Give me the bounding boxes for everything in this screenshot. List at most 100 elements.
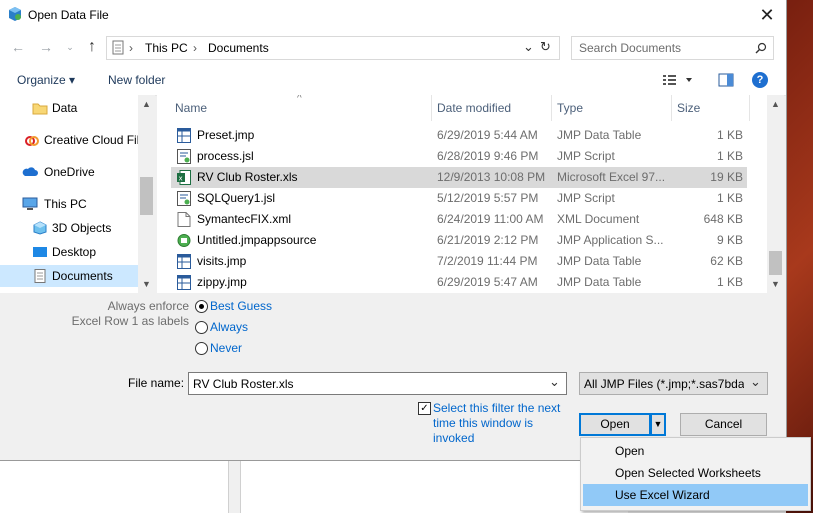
navigation-pane: Data Creative Cloud Fil OneDrive This PC…	[0, 95, 138, 293]
radio-never[interactable]	[195, 342, 208, 355]
arrow-right-icon: →	[39, 39, 53, 55]
file-name: Preset.jmp	[197, 128, 255, 142]
jsl-script-icon	[177, 149, 191, 164]
nav-item-label: This PC	[44, 197, 87, 211]
column-header-name[interactable]: Name	[175, 95, 207, 121]
menu-item-open-selected-worksheets[interactable]: Open Selected Worksheets	[583, 462, 808, 484]
radio-always[interactable]	[195, 321, 208, 334]
open-dropdown-button[interactable]: ▼	[650, 413, 666, 436]
nav-item-documents[interactable]: Documents	[0, 265, 138, 287]
jsl-script-icon	[177, 191, 191, 206]
radio-label-always[interactable]: Always	[210, 320, 248, 334]
back-button[interactable]: ←	[8, 38, 28, 56]
file-type: JMP Data Table	[557, 254, 642, 268]
background-panel	[240, 460, 260, 513]
chevron-down-icon[interactable]: ⌄	[523, 39, 534, 55]
radio-label-best-guess[interactable]: Best Guess	[210, 299, 272, 313]
scroll-up-icon[interactable]: ▲	[771, 99, 780, 109]
jmp-app-icon	[177, 234, 191, 247]
file-name: Untitled.jmpappsource	[197, 233, 317, 247]
menu-item-open[interactable]: Open	[583, 440, 808, 462]
breadcrumb-documents[interactable]: Documents	[208, 41, 269, 55]
open-data-file-dialog: Open Data File ✕ ← → ⌄ ↑ › This PC › Doc…	[0, 0, 787, 461]
search-input[interactable]: Search Documents	[571, 36, 774, 60]
filename-input[interactable]: RV Club Roster.xls ⌄	[188, 372, 567, 395]
view-options-button[interactable]	[662, 73, 692, 90]
xml-file-icon	[177, 212, 191, 227]
folder-icon	[32, 103, 48, 115]
computer-icon	[22, 197, 38, 210]
scrollbar-thumb[interactable]	[769, 251, 782, 275]
scroll-down-icon[interactable]: ▼	[142, 279, 151, 289]
file-row[interactable]: visits.jmp 7/2/2019 11:44 PM JMP Data Ta…	[171, 251, 747, 272]
file-row[interactable]: Untitled.jmpappsource 6/21/2019 2:12 PM …	[171, 230, 747, 251]
chevron-down-icon[interactable]: ⌄	[549, 374, 560, 390]
help-icon[interactable]: ?	[752, 72, 768, 88]
file-row[interactable]: SymantecFIX.xml 6/24/2019 11:00 AM XML D…	[171, 209, 747, 230]
scrollbar-thumb[interactable]	[140, 177, 153, 215]
filename-value: RV Club Roster.xls	[193, 377, 294, 391]
sort-up-icon: ^	[297, 95, 302, 104]
preview-pane-button[interactable]	[718, 73, 734, 90]
nav-item-this-pc[interactable]: This PC	[0, 193, 138, 215]
nav-item-desktop[interactable]: Desktop	[0, 241, 138, 263]
nav-item-3d-objects[interactable]: 3D Objects	[0, 217, 138, 239]
caret-down-icon: ▼	[653, 419, 663, 429]
breadcrumb-this-pc[interactable]: This PC	[145, 41, 188, 55]
column-header-size[interactable]: Size	[677, 95, 700, 121]
nav-item-creative-cloud[interactable]: Creative Cloud Fil	[0, 129, 138, 151]
file-date: 6/24/2019 11:00 AM	[437, 212, 544, 226]
file-row-selected[interactable]: x RV Club Roster.xls 12/9/2013 10:08 PM …	[171, 167, 747, 188]
file-date: 6/29/2019 5:44 AM	[437, 128, 538, 142]
column-header-date[interactable]: Date modified	[437, 95, 511, 121]
recent-locations-button[interactable]: ⌄	[60, 38, 80, 56]
arrow-up-icon: ↑	[88, 38, 96, 55]
filename-label: File name:	[128, 376, 185, 390]
nav-item-data[interactable]: Data	[0, 97, 138, 119]
excel-icon: x	[177, 170, 191, 185]
remember-filter-checkbox[interactable]: ✓	[418, 402, 431, 415]
breadcrumb-separator-icon: ›	[193, 41, 197, 55]
radio-label-never[interactable]: Never	[210, 341, 242, 355]
svg-text:x: x	[179, 175, 183, 183]
file-name: process.jsl	[197, 149, 254, 163]
file-type-filter-select[interactable]: All JMP Files (*.jmp;*.sas7bdat;* ⌄	[579, 372, 768, 395]
new-folder-button[interactable]: New folder	[108, 73, 165, 87]
column-separator	[431, 95, 432, 121]
remember-filter-label[interactable]: Select this filter the next time this wi…	[433, 401, 573, 446]
up-button[interactable]: ↑	[82, 38, 102, 56]
file-type: JMP Data Table	[557, 275, 642, 289]
column-header-type[interactable]: Type	[557, 95, 583, 121]
documents-icon	[34, 269, 46, 283]
options-label-line1: Always enforce	[107, 299, 189, 313]
documents-icon	[112, 40, 124, 55]
close-button[interactable]: ✕	[748, 0, 786, 30]
radio-best-guess[interactable]	[195, 300, 208, 313]
organize-button[interactable]: Organize ▾	[17, 73, 75, 87]
close-icon: ✕	[759, 5, 775, 25]
background-panel	[0, 460, 229, 513]
options-label-line2: Excel Row 1 as labels	[71, 314, 189, 328]
open-button[interactable]: Open	[579, 413, 651, 436]
file-size: 1 KB	[716, 128, 743, 142]
nav-pane-scrollbar[interactable]: ▲ ▼	[138, 95, 155, 293]
cancel-button[interactable]: Cancel	[680, 413, 767, 436]
file-size: 62 KB	[710, 254, 743, 268]
nav-item-onedrive[interactable]: OneDrive	[0, 161, 138, 183]
file-list-scrollbar[interactable]: ▲ ▼	[767, 95, 784, 293]
open-options-menu: Open Open Selected Worksheets Use Excel …	[580, 437, 811, 511]
address-bar[interactable]: › This PC › Documents ⌄ ↻	[106, 36, 560, 60]
refresh-icon[interactable]: ↻	[540, 39, 551, 55]
forward-button[interactable]: →	[36, 38, 56, 56]
file-row[interactable]: SQLQuery1.jsl 5/12/2019 5:57 PM JMP Scri…	[171, 188, 747, 209]
file-type: JMP Application S...	[557, 233, 664, 247]
file-row[interactable]: Preset.jmp 6/29/2019 5:44 AM JMP Data Ta…	[171, 125, 747, 146]
file-size: 648 KB	[703, 212, 743, 226]
filter-value: All JMP Files (*.jmp;*.sas7bdat;*	[584, 377, 744, 391]
menu-item-use-excel-wizard[interactable]: Use Excel Wizard	[583, 484, 808, 506]
file-row[interactable]: process.jsl 6/28/2019 9:46 PM JMP Script…	[171, 146, 747, 167]
column-separator	[671, 95, 672, 121]
scroll-down-icon[interactable]: ▼	[771, 279, 780, 289]
file-row[interactable]: zippy.jmp 6/29/2019 5:47 AM JMP Data Tab…	[171, 272, 747, 293]
scroll-up-icon[interactable]: ▲	[142, 99, 151, 109]
